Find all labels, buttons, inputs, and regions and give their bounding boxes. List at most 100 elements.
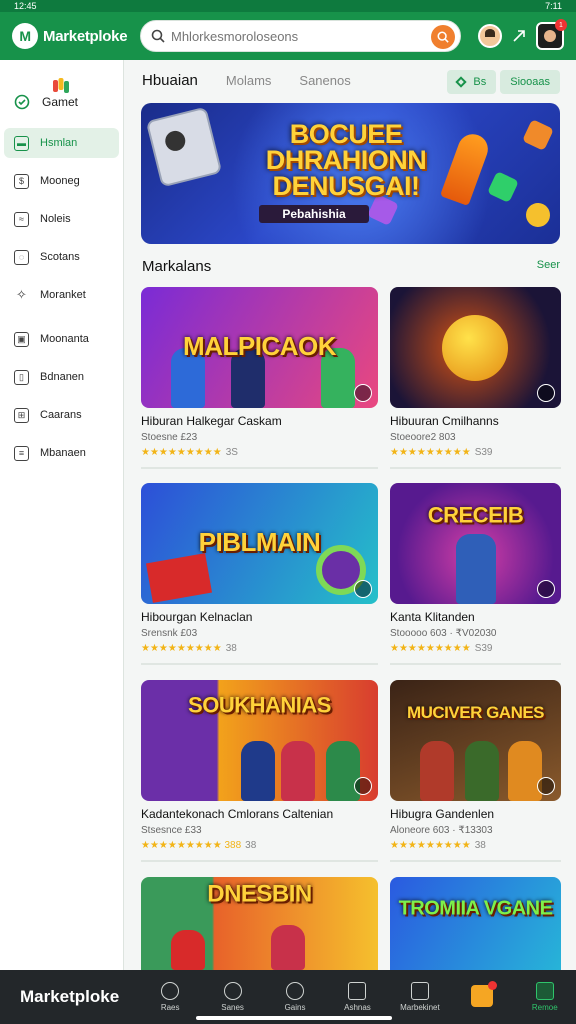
sidebar-item-notifications[interactable]: ≈ Noleis: [4, 204, 119, 234]
sidebar-item-categories[interactable]: ⊞ Caarans: [4, 400, 119, 430]
sidebar-item-label: Mooneg: [40, 175, 80, 187]
nav-item-rewards[interactable]: [451, 980, 513, 1010]
product-rating: ★★★★★★★★★ 38: [141, 643, 378, 654]
sidebar-item-label: Noleis: [40, 213, 71, 225]
profile-avatar[interactable]: 1: [536, 19, 567, 50]
card-divider: [390, 860, 561, 862]
nav-item-ashnas[interactable]: Ashnas: [326, 982, 388, 1012]
bottom-brand: Marketploke: [20, 987, 120, 1006]
bell-icon: ≈: [14, 211, 29, 227]
product-card[interactable]: CRECEIB Kanta Klitanden Stooooo 603 · ₹V…: [390, 483, 561, 665]
character-illustration: [508, 741, 542, 801]
sidebar-header[interactable]: Gamet: [0, 60, 123, 118]
sidebar-item-moonanta[interactable]: ▣ Moonanta: [4, 324, 119, 354]
gem-illustration: [522, 119, 554, 151]
info-icon[interactable]: [537, 777, 555, 795]
product-price: Stooooo 603 · ₹V02030: [390, 628, 497, 639]
info-icon[interactable]: [354, 384, 372, 402]
nav-item-remoe[interactable]: Remoe: [514, 982, 576, 1012]
search-submit-button[interactable]: [431, 25, 455, 49]
status-right: 7:11: [545, 1, 562, 11]
see-all-link[interactable]: Seer: [537, 259, 560, 271]
rating-value: 38: [225, 643, 237, 654]
games-logo-icon: [53, 78, 69, 93]
product-image: [390, 287, 561, 408]
filter-chip-label: Bs: [473, 76, 487, 88]
sidebar-item-label: Bdnanen: [40, 371, 85, 383]
gallery-icon: [535, 982, 554, 1000]
nav-label: Gains: [284, 1003, 306, 1012]
grid-icon: ⊞: [14, 407, 29, 423]
info-icon[interactable]: [354, 777, 372, 795]
chat-icon: ≡: [14, 445, 29, 461]
product-card[interactable]: PIBLMAIN Hibourgan Kelnaclan Srensnk £03…: [141, 483, 378, 665]
inbox-icon: [348, 982, 367, 1000]
product-price: Aloneore 603 · ₹13303: [390, 825, 493, 836]
sidebar-item-scores[interactable]: ◌ Scotans: [4, 242, 119, 272]
info-icon[interactable]: [354, 580, 372, 598]
product-rating: ★★★★★★★★★ 388 38: [141, 840, 378, 851]
featured-banner[interactable]: BOCUEE DHRAHIONN DENUSGAI! Pebahishia: [141, 103, 560, 244]
character-illustration: [456, 534, 496, 604]
nav-item-gains[interactable]: Gains: [264, 982, 326, 1012]
status-time: 12:45: [14, 1, 37, 11]
search-submit-icon: [437, 31, 449, 43]
info-icon[interactable]: [537, 384, 555, 402]
sidebar-item-label: Mbanaen: [40, 447, 86, 459]
tab-molams[interactable]: Molams: [226, 73, 272, 88]
rating-stars: ★★★★★★★★★ 388: [141, 840, 242, 851]
app-logo[interactable]: M Marketploke: [12, 23, 128, 49]
product-title: Hibourgan Kelnaclan: [141, 610, 253, 624]
app-name: Marketploke: [43, 27, 128, 45]
rating-value: 38: [245, 840, 257, 851]
product-image-text: CRECEIB: [427, 502, 524, 528]
product-card[interactable]: TROMIIA VGANE: [390, 877, 561, 970]
filter-chip-bs[interactable]: Bs: [447, 70, 497, 94]
product-rating: ★★★★★★★★★ 38: [390, 840, 561, 851]
app-bar: M Marketploke 1: [0, 12, 576, 60]
bookmark-icon: ▯: [14, 369, 29, 385]
home-indicator[interactable]: [196, 1016, 392, 1020]
tab-hbuaian[interactable]: Hbuaian: [142, 72, 198, 89]
sidebar-item-bookmarks[interactable]: ▯ Bdnanen: [4, 362, 119, 392]
rating-stars: ★★★★★★★★★: [390, 447, 471, 458]
friend-avatar[interactable]: [478, 24, 502, 48]
character-illustration: [171, 930, 205, 970]
product-card[interactable]: SOUKHANIAS Kadantekonach Cmlorans Calten…: [141, 680, 378, 862]
nav-label: Ashnas: [344, 1003, 371, 1012]
tab-sanenos[interactable]: Sanenos: [299, 73, 350, 88]
filter-chip-siooaas[interactable]: Siooaas: [500, 70, 560, 94]
sidebar-item-label: Scotans: [40, 251, 80, 263]
nav-item-marbekinet[interactable]: Marbekinet: [389, 982, 451, 1012]
product-rating: ★★★★★★★★★ S39: [390, 447, 561, 458]
badge-dot: [488, 980, 498, 990]
product-title: Hibuuran Cmilhanns: [390, 414, 499, 428]
character-illustration: [420, 741, 454, 801]
nav-item-raes[interactable]: Raes: [139, 982, 201, 1012]
share-icon[interactable]: [512, 29, 526, 43]
product-card[interactable]: MUCIVER GANES Hibugra Gandenlen Aloneore…: [390, 680, 561, 862]
product-card[interactable]: DNESBIN: [141, 877, 378, 970]
info-icon[interactable]: [537, 580, 555, 598]
sidebar-item-market[interactable]: ✧ Moranket: [4, 280, 119, 310]
product-price: Stoesne £23: [141, 432, 198, 443]
sidebar-item-home[interactable]: ▬ Hsmlan: [4, 128, 119, 158]
product-card[interactable]: Hibuuran Cmilhanns Stoeoore2 803 ★★★★★★★…: [390, 287, 561, 469]
rating-stars: ★★★★★★★★★: [390, 840, 471, 851]
search-bar[interactable]: [140, 20, 461, 52]
product-image: TROMIIA VGANE: [390, 877, 561, 970]
product-card[interactable]: MALPICAOK Hiburan Halkegar Caskam Stoesn…: [141, 287, 378, 469]
sidebar-item-messages[interactable]: ≡ Mbanaen: [4, 438, 119, 468]
search-icon: [151, 29, 165, 43]
search-input[interactable]: [171, 28, 421, 44]
sidebar: Gamet ▬ Hsmlan $ Mooneg ≈ Noleis ◌ Scotans ✧…: [0, 60, 124, 970]
cart-check-icon: [410, 982, 429, 1000]
home-icon: ▬: [14, 135, 29, 151]
character-illustration: [326, 741, 360, 801]
card-divider: [141, 663, 378, 665]
notification-dot: 1: [555, 19, 567, 31]
chat-bubble-icon: [223, 982, 242, 1000]
ball-illustration: [442, 315, 508, 381]
sidebar-item-money[interactable]: $ Mooneg: [4, 166, 119, 196]
nav-item-sanes[interactable]: Sanes: [201, 982, 263, 1012]
